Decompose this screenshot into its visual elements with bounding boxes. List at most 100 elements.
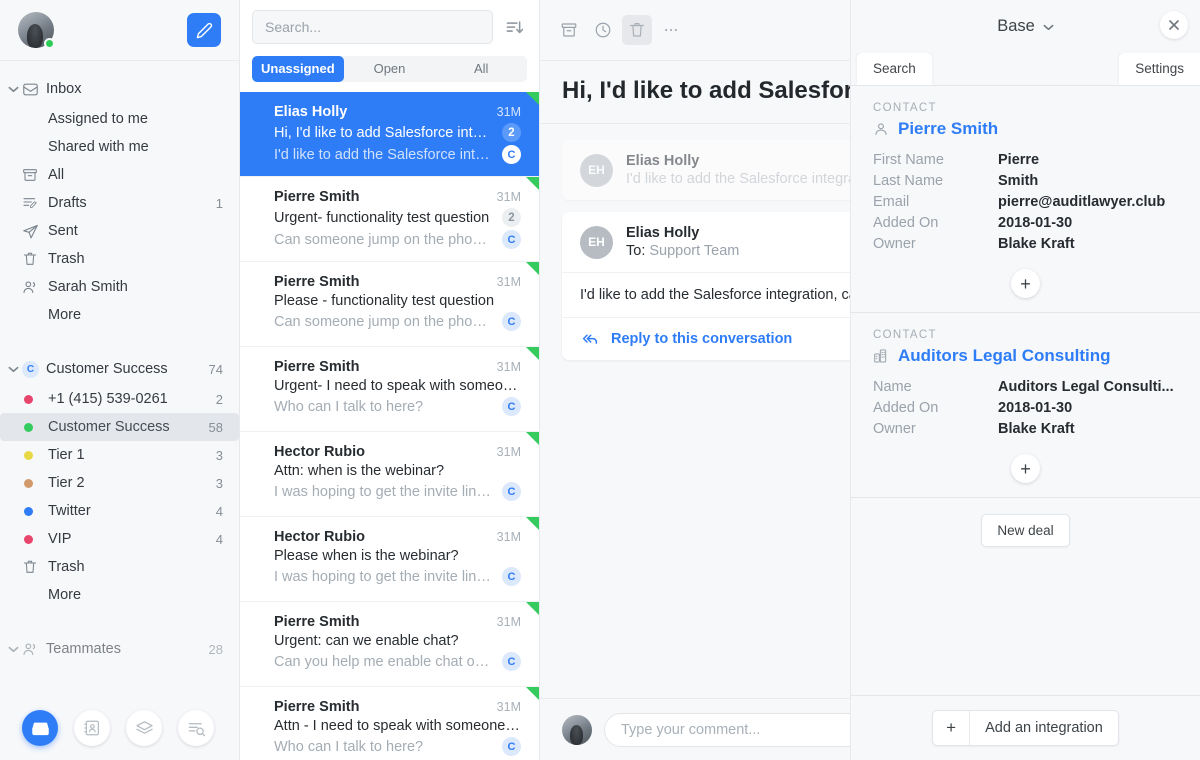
conversation-preview: Can someone jump on the phone ... [274,313,494,330]
nav-contacts-button[interactable] [74,710,110,746]
search-input[interactable] [252,10,493,44]
sort-descending-icon[interactable] [501,14,527,40]
sidebar-item-more-cs[interactable]: More [0,581,239,609]
sidebar-item-twitter[interactable]: Twitter 4 [0,497,239,525]
contact-details-panel: Base Search Settings CONTACT Pierre Smit… [850,0,1200,760]
tag-dot-icon [22,422,48,432]
sidebar-group-customer-success[interactable]: C Customer Success 74 [0,355,239,383]
sidebar-group-label: Inbox [46,81,82,97]
chevron-down-icon[interactable] [8,645,22,653]
sidebar-item-count: 3 [215,447,223,463]
contact-name-link[interactable]: Pierre Smith [873,119,1178,139]
sidebar-item-more-inbox[interactable]: More [0,301,239,329]
conversation-row-0[interactable]: Elias Holly 31M Hi, I'd like to add Sale… [240,92,539,177]
field-key: Email [873,194,910,210]
conversation-sender: Hector Rubio [274,529,366,545]
contact-section-person: CONTACT Pierre Smith First Name Pierre L… [851,86,1200,312]
sidebar-item-trash-cs[interactable]: Trash [0,553,239,581]
sidebar-item-label: Customer Success [48,419,170,435]
snooze-button[interactable] [588,15,618,45]
sidebar-item-drafts[interactable]: Drafts 1 [0,189,239,217]
trash-icon [630,23,644,37]
conversation-row-7[interactable]: Pierre Smith 31M Attn - I need to speak … [240,687,539,760]
nav-layers-button[interactable] [126,710,162,746]
sidebar-item-tier-2[interactable]: Tier 2 3 [0,469,239,497]
sidebar-item-sarah-smith[interactable]: Sarah Smith [0,273,239,301]
tab-unassigned[interactable]: Unassigned [252,56,344,82]
sidebar-item-count: 4 [215,503,223,519]
tag-dot-icon [22,478,48,488]
user-avatar[interactable] [18,12,55,49]
sidebar-header [0,0,239,61]
close-panel-button[interactable] [1160,11,1188,39]
conversation-sender: Pierre Smith [274,189,360,205]
conversation-row-5[interactable]: Hector Rubio 31M Please when is the webi… [240,517,539,602]
panel-header: Base [851,0,1200,53]
sidebar-item-tier-1[interactable]: Tier 1 3 [0,441,239,469]
compose-button[interactable] [187,13,221,47]
message-avatar: EH [580,153,613,187]
sidebar-group-count: 74 [208,361,223,377]
archive-button[interactable] [554,15,584,45]
sidebar-item-customer-success[interactable]: Customer Success 58 [0,413,239,441]
tab-open[interactable]: Open [344,56,436,82]
more-options-button[interactable] [656,15,686,45]
sidebar-item-phone-number[interactable]: +1 (415) 539-0261 2 [0,385,239,413]
sidebar-group-label: Teammates [46,641,121,657]
conversation-row-4[interactable]: Hector Rubio 31M Attn: when is the webin… [240,432,539,517]
add-contact-field-button[interactable]: + [1011,269,1040,298]
sidebar-group-inbox[interactable]: Inbox [0,75,239,103]
tab-settings[interactable]: Settings [1119,53,1200,85]
conversation-channel-tag: C [502,737,521,756]
panel-title: Base [997,17,1035,35]
teammates-people-icon [22,641,46,658]
contact-field-last-name: Last Name Smith [873,173,1178,189]
tab-search[interactable]: Search [857,53,932,85]
panel-title-dropdown[interactable]: Base [997,17,1054,36]
sidebar-item-count: 3 [215,475,223,491]
left-sidebar: Inbox Assigned to me Shared with me All … [0,0,240,760]
composer-avatar [562,714,592,745]
conversation-channel-tag: C [502,312,521,331]
presence-online-indicator [44,38,55,49]
sidebar-item-sent[interactable]: Sent [0,217,239,245]
chevron-down-icon[interactable] [8,365,22,373]
field-value: 2018-01-30 [998,400,1073,416]
conversation-row-1[interactable]: Pierre Smith 31M Urgent- functionality t… [240,177,539,262]
company-name-link[interactable]: Auditors Legal Consulting [873,346,1178,366]
nav-inbox-button[interactable] [22,710,58,746]
conversation-preview: Can someone jump on the phone ... [274,231,494,248]
new-deal-row: New deal [851,498,1200,563]
trash-icon [22,251,48,267]
sidebar-item-vip[interactable]: VIP 4 [0,525,239,553]
conversation-sender: Pierre Smith [274,359,360,375]
company-field-owner: Owner Blake Kraft [873,421,1178,437]
sidebar-group-teammates[interactable]: Teammates 28 [0,635,239,663]
search-row [252,10,527,44]
add-integration-button[interactable]: + Add an integration [932,710,1119,746]
conversation-row-2[interactable]: Pierre Smith 31M Please - functionality … [240,262,539,347]
tag-dot-icon [22,394,48,404]
new-deal-button[interactable]: New deal [981,514,1070,547]
sidebar-item-shared-with-me[interactable]: Shared with me [0,133,239,161]
add-company-field-button[interactable]: + [1011,454,1040,483]
delete-button[interactable] [622,15,652,45]
sidebar-item-all[interactable]: All [0,161,239,189]
nav-reports-button[interactable] [178,710,214,746]
sidebar-item-trash[interactable]: Trash [0,245,239,273]
conversation-row-6[interactable]: Pierre Smith 31M Urgent: can we enable c… [240,602,539,687]
conversation-sender: Pierre Smith [274,274,360,290]
sidebar-item-label: VIP [48,531,72,547]
chevron-down-icon[interactable] [8,85,22,93]
conversation-subject: Urgent: can we enable chat? [274,633,459,649]
tab-all[interactable]: All [435,56,527,82]
conversation-row-3[interactable]: Pierre Smith 31M Urgent- I need to speak… [240,347,539,432]
field-value: Blake Kraft [998,421,1075,437]
unread-corner-marker [526,92,539,105]
company-field-name: Name Auditors Legal Consulti... [873,379,1178,395]
conversation-channel-tag: C [502,397,521,416]
sidebar-item-assigned-to-me[interactable]: Assigned to me [0,105,239,133]
conversation-time: 31M [496,360,521,374]
